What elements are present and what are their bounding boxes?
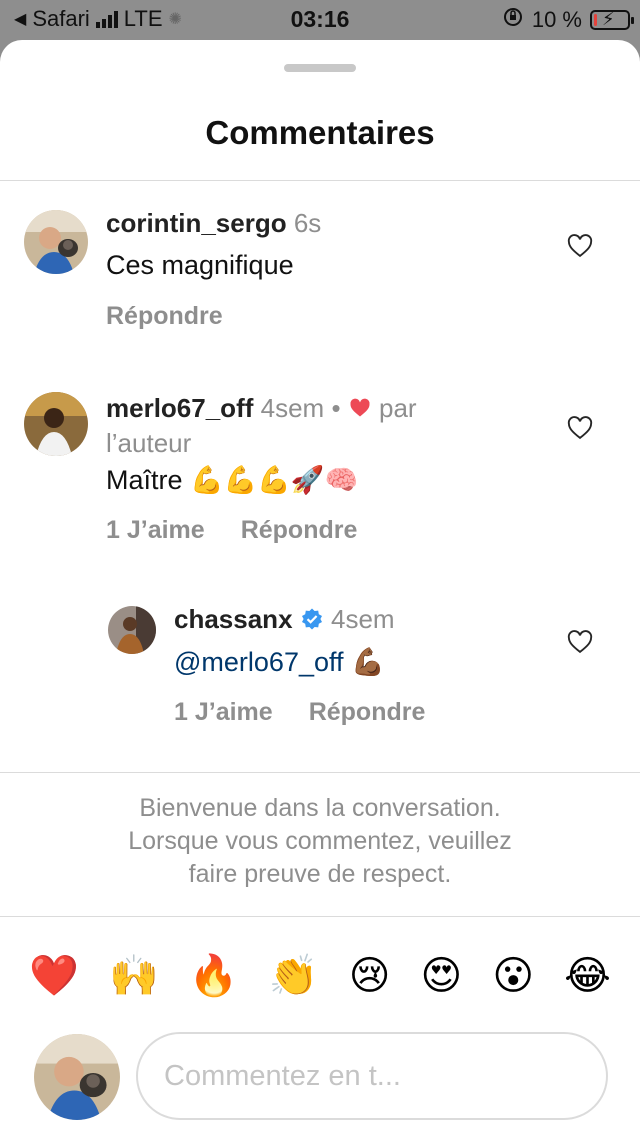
emoji-divider — [0, 916, 640, 917]
likes-count-button[interactable]: 1 J’aime — [106, 516, 205, 545]
reply-button[interactable]: Répondre — [309, 698, 426, 727]
sheet-title: Commentaires — [205, 114, 435, 151]
emoji-fire-button[interactable]: 🔥 — [189, 946, 239, 1006]
reply-button[interactable]: Répondre — [106, 302, 223, 331]
welcome-line: Lorsque vous commentez, veuillez — [128, 827, 512, 855]
emoji-surprised-button[interactable]: 😮 — [492, 946, 534, 1006]
comment-actions: 1 J’aime Répondre — [174, 698, 425, 727]
comment-time: 4sem — [331, 604, 395, 634]
reply-button[interactable]: Répondre — [241, 516, 358, 545]
battery-percent: 10 % — [531, 7, 582, 32]
avatar[interactable] — [24, 210, 88, 274]
status-bar: ◀ Safari LTE ✺ 03:16 10 % ⚡ — [0, 0, 640, 40]
battery-icon: ⚡ — [590, 9, 634, 30]
charging-bolt-icon: ⚡ — [602, 9, 615, 29]
quick-emoji-bar: ❤️ 🙌 🔥 👏 😢 😍 😮 😂 — [0, 946, 640, 1006]
comment-username[interactable]: corintin_sergo — [106, 208, 287, 238]
emoji-laughing-button[interactable]: 😂 — [564, 946, 611, 1006]
comment-username[interactable]: merlo67_off — [106, 393, 253, 423]
battery-fill — [594, 14, 597, 26]
comment-time: 6s — [293, 208, 322, 238]
like-heart-icon[interactable] — [566, 414, 594, 442]
avatar[interactable] — [24, 392, 88, 456]
comment-username[interactable]: chassanx — [174, 604, 293, 634]
comment-header: chassanx 4sem — [174, 604, 395, 638]
comment-header: corintin_sergo 6s — [106, 208, 321, 239]
emoji-raised-hands-button[interactable]: 🙌 — [109, 946, 159, 1006]
avatar[interactable] — [108, 606, 156, 654]
emoji-heart-button[interactable]: ❤️ — [29, 946, 79, 1006]
comment-input[interactable]: Commentez en t... — [136, 1032, 608, 1120]
emoji-crying-button[interactable]: 😢 — [349, 946, 391, 1006]
welcome-message: Bienvenue dans la conversation. Lorsque … — [0, 792, 640, 891]
current-user-avatar[interactable] — [34, 1034, 120, 1120]
comment-text: Ces magnifique — [106, 250, 294, 280]
orientation-lock-icon — [502, 6, 524, 34]
comment-header: merlo67_off 4sem • par l’auteur — [106, 392, 506, 459]
header-divider — [0, 180, 640, 181]
comment-emoji: 💪🏾 — [351, 647, 385, 677]
emoji-clap-button[interactable]: 👏 — [269, 946, 319, 1006]
comment-actions: 1 J’aime Répondre — [106, 516, 357, 545]
author-like-heart-icon — [348, 395, 372, 427]
like-heart-icon[interactable] — [566, 628, 594, 656]
emoji-heart-eyes-button[interactable]: 😍 — [421, 946, 463, 1006]
welcome-line: Bienvenue dans la conversation. — [139, 794, 501, 822]
mention-link[interactable]: @merlo67_off — [174, 647, 344, 677]
like-heart-icon[interactable] — [566, 232, 594, 260]
status-right: 10 % ⚡ — [502, 6, 634, 34]
drag-handle[interactable] — [284, 64, 356, 72]
meta-separator: • — [331, 393, 341, 423]
verified-badge-icon — [300, 607, 324, 638]
likes-count-button[interactable]: 1 J’aime — [174, 698, 273, 727]
comments-sheet: Commentaires corintin_sergo 6s Ces magni… — [0, 40, 640, 1136]
comment-actions: Répondre — [106, 302, 223, 331]
comment-text: Maître 💪💪💪🚀🧠 — [106, 465, 359, 495]
comment-text: @merlo67_off 💪🏾 — [174, 646, 385, 678]
welcome-line: faire preuve de respect. — [188, 860, 452, 888]
comment-time: 4sem — [260, 393, 325, 423]
welcome-divider — [0, 772, 640, 773]
